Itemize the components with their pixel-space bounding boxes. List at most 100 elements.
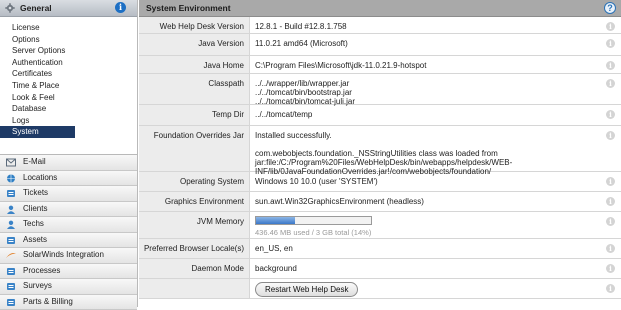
restart-web-help-desk-button[interactable]: Restart Web Help Desk [255,282,358,297]
sidebar-item-look-feel[interactable]: Look & Feel [0,92,137,104]
sidebar-item-license[interactable]: License [0,22,137,34]
row-value: sun.awt.Win32GraphicsEnvironment (headle… [250,192,621,211]
nav-section-label: Processes [23,266,60,275]
nav-section-parts-billing[interactable]: Parts & Billing [0,295,137,310]
nav-section-label: Techs [23,219,44,228]
row-daemon-mode: Daemon Modebackgroundi [139,259,621,279]
row-label: Java Home [139,56,250,73]
info-icon[interactable]: i [606,61,615,70]
solarwinds-icon [6,251,16,260]
row-restart: Restart Web Help Desk i [139,279,621,299]
row-java-version: Java Version11.0.21 amd64 (Microsoft)i [139,34,621,56]
info-icon[interactable]: i [606,217,615,226]
row-value: backgroundi [250,259,621,278]
row-label: Operating System [139,172,250,191]
nav-section-processes[interactable]: Processes [0,264,137,280]
info-icon[interactable]: i [606,284,615,293]
row-label: Foundation Overrides Jar [139,126,250,171]
general-menu: LicenseOptionsServer OptionsAuthenticati… [0,17,137,155]
info-icon[interactable]: i [606,264,615,273]
techs-icon [6,220,16,229]
value-line: Installed successfully. [255,131,621,140]
value-line: C:\Program Files\Microsoft\jdk-11.0.21.9… [255,61,621,70]
system-info-table: Web Help Desk Version12.8.1 - Build #12.… [139,17,621,299]
sidebar-item-server-options[interactable]: Server Options [0,45,137,57]
nav-section-assets[interactable]: Assets [0,233,137,249]
info-icon[interactable]: i [115,2,126,13]
row-label: JVM Memory [139,212,250,238]
row-label-empty [139,279,250,298]
memory-progress-bar [255,216,372,225]
row-label: Web Help Desk Version [139,17,250,33]
nav-section-label: SolarWinds Integration [23,250,104,259]
nav-section-solarwinds-integration[interactable]: SolarWinds Integration [0,248,137,264]
row-classpath: Classpath../../wrapper/lib/wrapper.jar..… [139,74,621,105]
row-value: en_US, eni [250,239,621,258]
memory-progress-fill [256,217,295,224]
nav-section-label: Locations [23,173,57,182]
section-title: System Environment [146,3,231,13]
gear-icon [5,3,15,13]
general-section-header[interactable]: General i [0,0,137,17]
info-icon[interactable]: i [606,177,615,186]
value-line: sun.awt.Win32GraphicsEnvironment (headle… [255,197,621,206]
sidebar-item-database[interactable]: Database [0,103,137,115]
row-java-home: Java Home C:\Program Files\Microsoft\jdk-… [139,56,621,74]
info-icon[interactable]: i [606,110,615,119]
sidebar-item-logs[interactable]: Logs [0,115,137,127]
nav-section-e-mail[interactable]: E-Mail [0,155,137,171]
sidebar-item-certificates[interactable]: Certificates [0,68,137,80]
info-icon[interactable]: i [606,39,615,48]
main-panel: System Environment ? Web Help Desk Versi… [139,0,621,307]
sidebar: General i LicenseOptionsServer OptionsAu… [0,0,138,307]
info-icon[interactable]: i [606,197,615,206]
info-icon[interactable]: i [606,79,615,88]
nav-section-clients[interactable]: Clients [0,202,137,218]
row-label: Daemon Mode [139,259,250,278]
email-icon [6,158,16,167]
surveys-icon [6,282,16,291]
nav-section-tickets[interactable]: Tickets [0,186,137,202]
sidebar-item-system-information[interactable]: System Information [0,126,75,138]
info-icon[interactable]: i [606,244,615,253]
nav-section-surveys[interactable]: Surveys [0,279,137,295]
row-operating-system: Operating SystemWindows 10 10.0 (user 'S… [139,172,621,192]
value-line: jar:file:/C:/Program%20Files/WebHelpDesk… [255,158,621,167]
nav-section-locations[interactable]: Locations [0,171,137,187]
assets-icon [6,236,16,245]
sidebar-item-time-place[interactable]: Time & Place [0,80,137,92]
row-value: C:\Program Files\Microsoft\jdk-11.0.21.9… [250,56,621,73]
globe-icon [6,174,16,183]
info-icon[interactable]: i [606,22,615,31]
row-value: Windows 10 10.0 (user 'SYSTEM')i [250,172,621,191]
value-line: background [255,264,621,273]
nav-section-techs[interactable]: Techs [0,217,137,233]
row-label: Temp Dir [139,105,250,125]
value-line: com.webobjects.foundation._NSStringUtili… [255,149,621,158]
row-label: Preferred Browser Locale(s) [139,239,250,258]
row-jvm-memory: JVM Memory 436.46 MB used / 3 GB total (1… [139,212,621,239]
row-web-help-desk-version: Web Help Desk Version12.8.1 - Build #12.… [139,17,621,34]
row-value: ../../wrapper/lib/wrapper.jar../../tomca… [250,74,621,104]
memory-usage-text: 436.46 MB used / 3 GB total (14%) [255,228,621,237]
sidebar-item-options[interactable]: Options [0,34,137,46]
line-gap [255,140,621,149]
processes-icon [6,267,16,276]
nav-section-label: Parts & Billing [23,297,73,306]
row-graphics-environment: Graphics Environment sun.awt.Win32Graphic… [139,192,621,212]
value-line: Windows 10 10.0 (user 'SYSTEM') [255,177,621,186]
row-label: Classpath [139,74,250,104]
info-icon[interactable]: i [606,131,615,140]
nav-section-label: Surveys [23,281,52,290]
row-preferred-browser-locale-s-: Preferred Browser Locale(s)en_US, eni [139,239,621,259]
row-label: Java Version [139,34,250,55]
help-icon[interactable]: ? [604,2,616,14]
nav-section-label: Clients [23,204,47,213]
parts-icon [6,298,16,307]
row-value: Installed successfully. com.webobjects.fo… [250,126,621,171]
section-header: System Environment ? [139,0,621,17]
row-value: Restart Web Help Desk i [250,279,621,298]
value-line: en_US, en [255,244,621,253]
row-label: Graphics Environment [139,192,250,211]
sidebar-item-authentication[interactable]: Authentication [0,57,137,69]
